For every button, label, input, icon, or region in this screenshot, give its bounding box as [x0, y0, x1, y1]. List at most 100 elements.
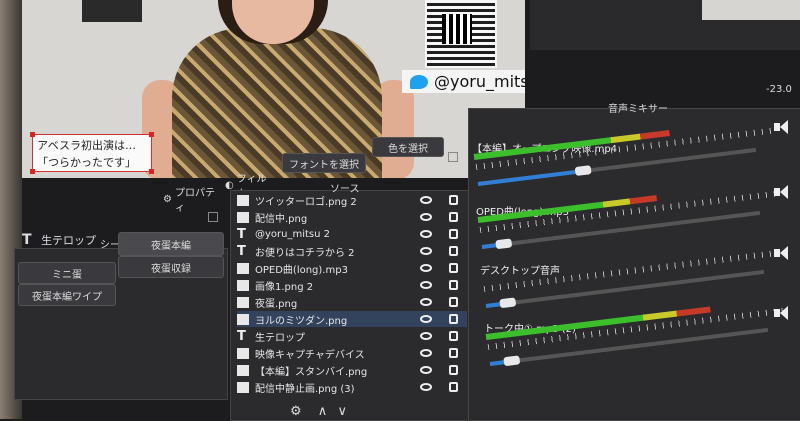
properties-button[interactable]: ⚙ プロパティ — [163, 188, 221, 214]
media-icon — [237, 262, 249, 274]
scene-item[interactable]: 夜蛋本編ワイプ — [18, 284, 116, 306]
lock-icon[interactable] — [449, 297, 458, 307]
eye-icon[interactable] — [420, 298, 432, 306]
source-label: ツイッターロゴ.png 2 — [255, 196, 357, 208]
image-icon — [237, 381, 249, 393]
eye-icon[interactable] — [420, 332, 432, 340]
image-icon — [237, 211, 249, 223]
telop-overlay[interactable]: アベスラ初出演は… 「つらかったです」 — [30, 132, 154, 174]
source-item[interactable]: T @yoru_mitsu 2 — [237, 226, 467, 242]
lock-icon[interactable] — [449, 348, 458, 358]
scene-item[interactable]: ミニ蛋 — [18, 262, 116, 284]
source-label: 【本編】スタンバイ.png — [255, 366, 368, 378]
source-label: OPED曲(long).mp3 — [255, 264, 348, 276]
eye-icon[interactable] — [420, 213, 432, 221]
eye-icon[interactable] — [420, 315, 432, 323]
telop-line-2: 「つらかったです」 — [37, 156, 136, 169]
source-label: @yoru_mitsu 2 — [255, 228, 331, 240]
eye-icon[interactable] — [420, 366, 432, 374]
volume-slider-knob[interactable] — [499, 297, 517, 309]
eye-icon[interactable] — [420, 247, 432, 255]
resize-handle[interactable] — [149, 132, 154, 137]
qr-code-pattern — [442, 14, 472, 44]
source-item[interactable]: 【本編】スタンバイ.png — [237, 362, 467, 378]
source-label: 生テロップ — [255, 332, 305, 344]
volume-slider-knob[interactable] — [503, 355, 521, 367]
lock-icon[interactable] — [449, 331, 458, 341]
mixer-track-name: デスクトップ音声 — [480, 266, 560, 277]
eye-icon[interactable] — [420, 349, 432, 357]
source-item[interactable]: OPED曲(long).mp3 — [237, 260, 467, 276]
eye-icon[interactable] — [420, 230, 432, 238]
lock-icon[interactable] — [449, 195, 458, 205]
source-item[interactable]: T お便りはコチラから 2 — [237, 243, 467, 259]
twitter-overlay: @yoru_mitsu — [402, 70, 525, 93]
source-toolbar: ⚙ ∧ ∨ — [290, 404, 347, 419]
eye-icon[interactable] — [420, 383, 432, 391]
lock-icon[interactable] — [449, 365, 458, 375]
source-label: 配信中.png — [255, 213, 308, 225]
source-label: お便りはコチラから 2 — [255, 247, 355, 259]
source-item[interactable]: 配信中.png — [237, 209, 467, 225]
source-item[interactable]: ツイッターロゴ.png 2 — [237, 192, 467, 208]
lock-icon[interactable] — [449, 280, 458, 290]
volume-slider-knob[interactable] — [495, 238, 513, 250]
source-label: ヨルのミツダン.png — [255, 315, 348, 327]
camera-icon — [237, 347, 249, 359]
resize-handle[interactable] — [149, 169, 154, 174]
mixer-header: 音声ミキサー — [608, 104, 668, 115]
volume-slider-knob[interactable] — [574, 165, 592, 177]
scene-item[interactable]: 夜蛋収録 — [118, 256, 224, 278]
font-select-button[interactable]: フォントを選択 — [282, 153, 366, 173]
lock-icon[interactable] — [449, 212, 458, 222]
image-icon — [237, 313, 249, 325]
text-icon: T — [22, 232, 32, 248]
lock-icon[interactable] — [449, 229, 458, 239]
speaker-icon[interactable] — [774, 120, 790, 134]
speaker-icon[interactable] — [774, 246, 790, 260]
source-label: 画像1.png 2 — [255, 281, 314, 293]
lock-icon[interactable] — [449, 246, 458, 256]
move-up-icon[interactable]: ∧ — [318, 404, 328, 419]
selected-source-name: 生テロップ — [41, 234, 97, 247]
source-item[interactable]: T 生テロップ — [237, 328, 467, 344]
db-readout: -23.0 — [766, 84, 792, 95]
image-icon — [237, 296, 249, 308]
source-label: 映像キャプチャデバイス — [255, 349, 365, 361]
move-down-icon[interactable]: ∨ — [337, 404, 347, 419]
background-frame — [82, 0, 142, 22]
scene-item[interactable]: 夜蛋本編 — [118, 232, 224, 256]
dock-float-icon[interactable] — [448, 152, 458, 162]
dock-float-icon[interactable] — [208, 212, 218, 222]
lock-icon[interactable] — [449, 314, 458, 324]
image-icon — [237, 279, 249, 291]
speaker-icon[interactable] — [774, 185, 790, 199]
gear-icon[interactable]: ⚙ — [290, 404, 302, 419]
secondary-preview-frame — [702, 0, 800, 20]
text-icon: T — [237, 243, 246, 259]
eye-icon[interactable] — [420, 281, 432, 289]
lock-icon[interactable] — [449, 263, 458, 273]
properties-label: プロパティ — [174, 188, 215, 214]
resize-handle[interactable] — [30, 132, 35, 137]
eye-icon[interactable] — [420, 196, 432, 204]
secondary-preview — [530, 0, 800, 50]
eye-icon[interactable] — [420, 264, 432, 272]
text-icon: T — [237, 226, 246, 242]
text-icon: T — [237, 328, 246, 344]
color-select-label: 色を選択 — [388, 143, 428, 155]
filter-icon: ◐ — [225, 179, 234, 191]
source-item[interactable]: 画像1.png 2 — [237, 277, 467, 293]
speaker-icon[interactable] — [774, 306, 790, 320]
source-item[interactable]: 夜蛋.png — [237, 294, 467, 310]
source-item[interactable]: ヨルのミツダン.png — [237, 311, 467, 327]
gear-icon: ⚙ — [163, 193, 172, 205]
resize-handle[interactable] — [30, 169, 35, 174]
lock-icon[interactable] — [449, 382, 458, 392]
source-label: 夜蛋.png — [255, 298, 298, 310]
source-label: 配信中静止画.png (3) — [255, 383, 355, 395]
telop-line-1: アベスラ初出演は… — [37, 139, 136, 152]
source-item[interactable]: 配信中静止画.png (3) — [237, 379, 467, 395]
source-item[interactable]: 映像キャプチャデバイス — [237, 345, 467, 361]
color-select-button[interactable]: 色を選択 — [372, 137, 444, 157]
